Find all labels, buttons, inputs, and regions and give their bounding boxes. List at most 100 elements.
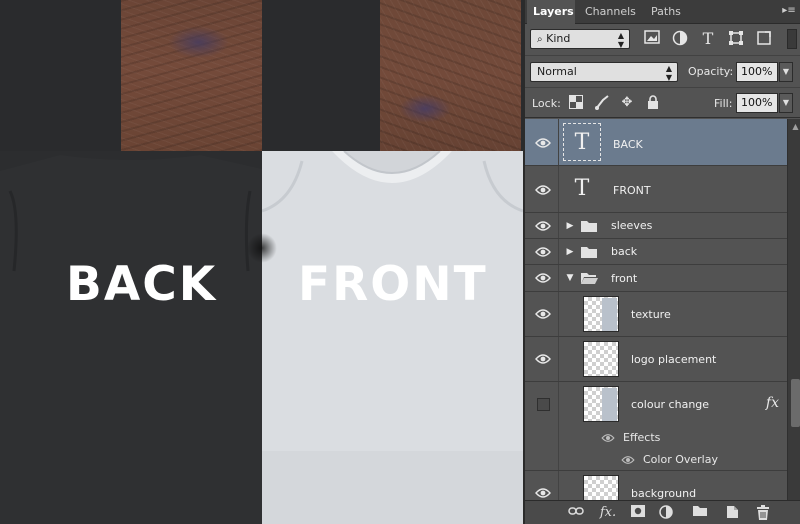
layer-row-front-text[interactable]: T FRONT [525, 166, 787, 213]
front-shirt-shape [262, 151, 523, 524]
eye-icon[interactable] [535, 487, 551, 499]
layer-name: colour change [631, 398, 710, 411]
canvas-shadow-spot [247, 233, 277, 263]
eye-icon[interactable] [535, 272, 551, 284]
layer-name: sleeves [611, 219, 653, 232]
layers-panel: Layers Channels Paths ▸≡ ⌕ Kind ▲ ▼ T Nor… [523, 0, 800, 524]
front-shirt-panel [262, 151, 523, 524]
lock-image-icon[interactable] [594, 95, 610, 111]
new-group-icon[interactable] [691, 505, 709, 521]
layer-name: back [611, 245, 638, 258]
search-icon: ⌕ [537, 34, 543, 45]
visibility-column [525, 427, 559, 449]
layer-row-back-group[interactable]: ▶ back [525, 239, 787, 265]
expand-triangle-icon[interactable]: ▶ [565, 247, 575, 257]
fx-icon[interactable]: fx. [599, 505, 617, 521]
tab-channels[interactable]: Channels [579, 0, 642, 24]
canvas-dark-tile-left [0, 0, 121, 151]
layer-thumbnail [583, 341, 619, 377]
layer-row-colour-change[interactable]: colour change fx [525, 382, 787, 427]
eye-icon[interactable] [535, 308, 551, 320]
back-shirt-panel [0, 151, 262, 524]
lock-label: Lock: [532, 97, 561, 110]
opacity-input[interactable]: 100% [736, 62, 778, 82]
layer-name: front [611, 272, 638, 285]
back-shirt-shape [0, 155, 262, 524]
delete-layer-icon[interactable] [754, 505, 772, 521]
link-layers-icon[interactable] [567, 505, 585, 521]
layer-name: BACK [613, 138, 643, 151]
panel-menu-icon[interactable]: ▸≡ [782, 4, 796, 18]
dropdown-arrows-icon: ▲ ▼ [665, 64, 672, 82]
fx-badge-icon[interactable]: fx [766, 395, 779, 411]
layer-name: FRONT [613, 184, 651, 197]
filter-toggle-switch[interactable] [787, 29, 797, 49]
layer-row-texture[interactable]: texture [525, 292, 787, 337]
layer-thumbnail [583, 386, 619, 422]
fill-label: Fill: [714, 97, 733, 110]
panel-tabs: Layers Channels Paths ▸≡ [525, 0, 800, 25]
filter-kind-label: Kind [546, 32, 571, 45]
hidden-visibility-box-icon[interactable] [537, 398, 550, 411]
tab-layers[interactable]: Layers [527, 0, 575, 25]
skin-texture-left [121, 0, 262, 151]
blend-mode-dropdown[interactable]: Normal ▲ ▼ [530, 62, 678, 82]
pixel-filter-icon[interactable] [643, 30, 661, 48]
effects-label: Effects [623, 431, 661, 444]
blend-row: Normal ▲ ▼ Opacity: 100% ▼ [525, 56, 800, 88]
layer-row-background[interactable]: background [525, 471, 787, 500]
skin-texture-right [380, 0, 521, 151]
canvas-dark-tile-middle [262, 0, 380, 151]
text-layer-thumbnail-icon: T [563, 123, 601, 161]
effect-row-color-overlay[interactable]: Color Overlay [525, 449, 787, 471]
add-mask-icon[interactable] [629, 505, 647, 521]
eye-icon[interactable] [535, 184, 551, 196]
eye-icon[interactable] [601, 433, 615, 443]
layer-row-back[interactable]: T BACK [525, 119, 787, 166]
visibility-column [525, 449, 559, 470]
document-canvas[interactable]: BACK FRONT [0, 0, 523, 524]
lock-transparent-icon[interactable] [568, 95, 584, 111]
opacity-slider-arrow-icon[interactable]: ▼ [779, 62, 793, 82]
text-layer-thumbnail-icon: T [574, 176, 590, 201]
lock-row: Lock: ✥ Fill: 100% ▼ [525, 88, 800, 118]
type-filter-icon[interactable]: T [699, 30, 717, 48]
layer-name: background [631, 487, 697, 500]
filter-kind-dropdown[interactable]: ⌕ Kind ▲ ▼ [530, 29, 630, 49]
adjustment-filter-icon[interactable] [671, 30, 689, 48]
smart-object-filter-icon[interactable] [755, 30, 773, 48]
eye-icon[interactable] [535, 353, 551, 365]
folder-icon [581, 247, 597, 258]
blend-mode-value: Normal [537, 65, 577, 78]
collapse-triangle-icon[interactable]: ▼ [565, 273, 575, 283]
layers-list: T BACK T FRONT ▶ sleeves ▶ back ▼ front … [525, 119, 787, 500]
eye-icon[interactable] [535, 220, 551, 232]
fill-input[interactable]: 100% [736, 93, 778, 113]
scroll-thumb[interactable] [791, 379, 800, 427]
filter-row: ⌕ Kind ▲ ▼ T [525, 24, 800, 56]
eye-icon[interactable] [621, 455, 635, 465]
layers-scrollbar[interactable]: ▲ [787, 119, 800, 500]
layer-row-front-group[interactable]: ▼ front [525, 265, 787, 292]
eye-icon[interactable] [535, 137, 551, 149]
lock-all-icon[interactable] [645, 95, 661, 111]
dropdown-arrows-icon: ▲ ▼ [617, 31, 624, 49]
layer-row-sleeves-group[interactable]: ▶ sleeves [525, 213, 787, 239]
tab-paths[interactable]: Paths [645, 0, 687, 24]
layers-footer: fx. [525, 500, 800, 524]
effects-row[interactable]: Effects [525, 427, 787, 449]
fill-slider-arrow-icon[interactable]: ▼ [779, 93, 793, 113]
new-layer-icon[interactable] [723, 505, 741, 521]
back-text-layer[interactable]: BACK [66, 257, 217, 312]
layer-name: texture [631, 308, 671, 321]
scroll-up-arrow-icon[interactable]: ▲ [790, 122, 800, 131]
layer-thumbnail [583, 296, 619, 332]
expand-triangle-icon[interactable]: ▶ [565, 221, 575, 231]
eye-icon[interactable] [535, 246, 551, 258]
opacity-label: Opacity: [688, 65, 734, 78]
adjustment-layer-icon[interactable] [657, 505, 675, 521]
layer-row-logo-placement[interactable]: logo placement [525, 337, 787, 382]
front-text-layer[interactable]: FRONT [298, 257, 488, 312]
shape-filter-icon[interactable] [727, 30, 745, 48]
lock-position-icon[interactable]: ✥ [619, 95, 635, 111]
